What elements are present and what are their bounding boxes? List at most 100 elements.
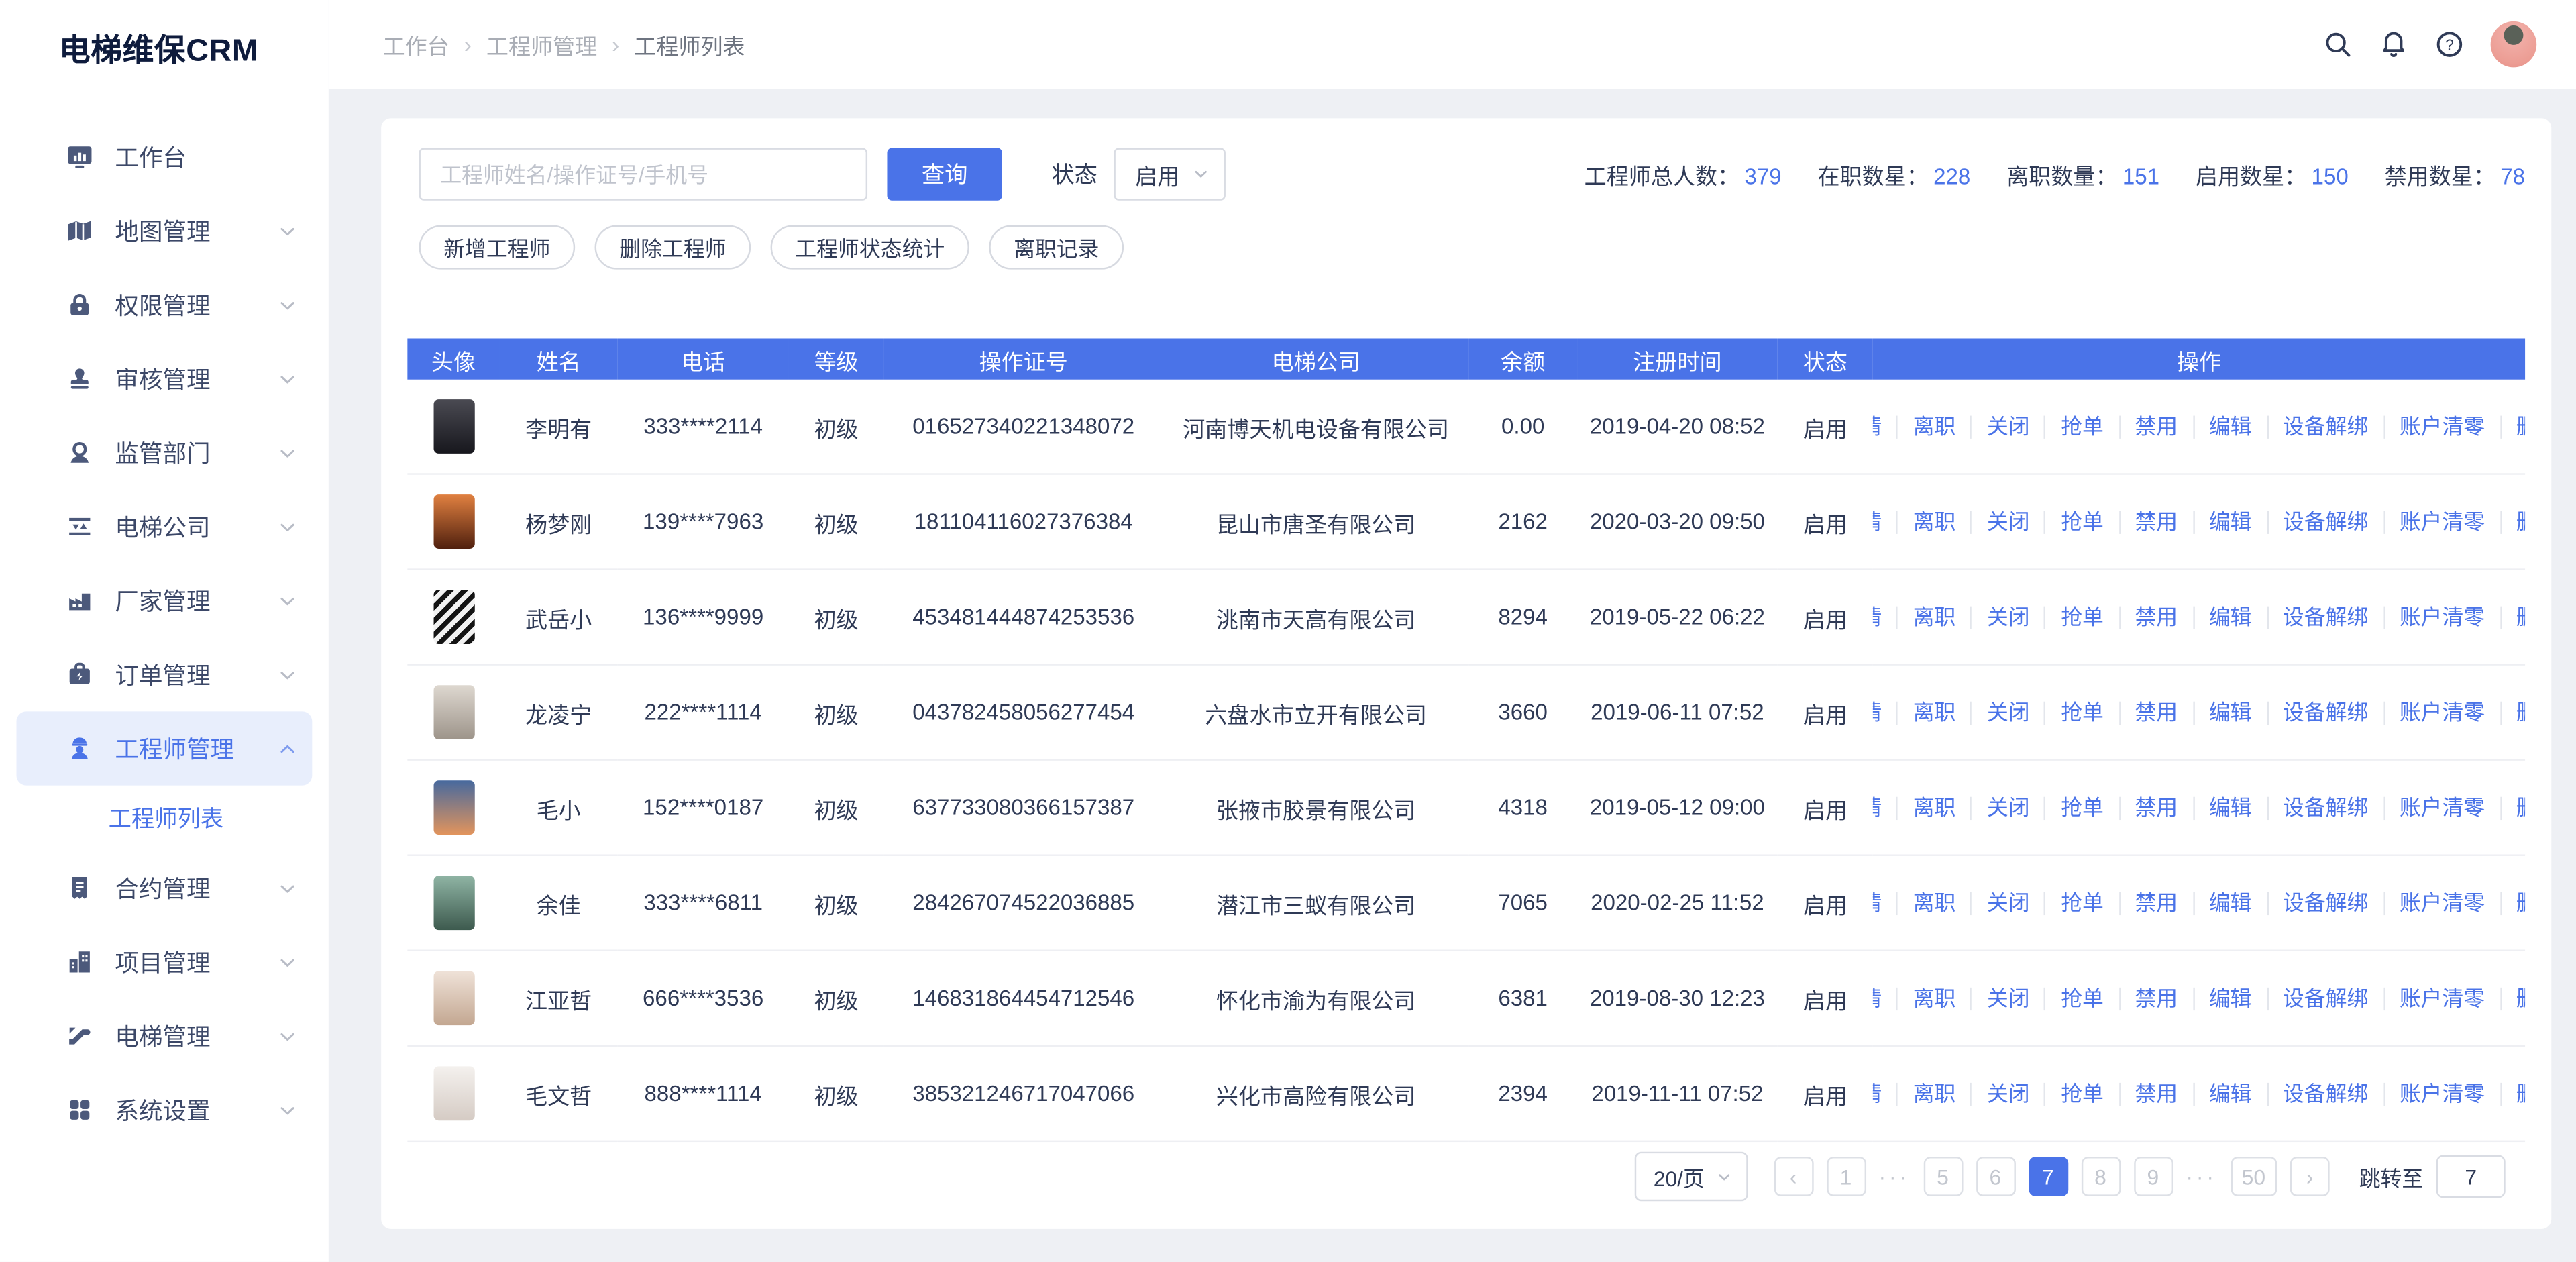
row-action-link[interactable]: 离职	[1898, 1082, 1972, 1105]
sidebar-item-project[interactable]: 项目管理	[0, 925, 329, 999]
row-action-link[interactable]: 抢单	[2046, 987, 2120, 1010]
row-action-link[interactable]: 禁用	[2120, 510, 2194, 533]
row-action-link[interactable]: 账户清零	[2385, 510, 2502, 533]
row-action-link[interactable]: 设备解绑	[2268, 987, 2385, 1010]
sidebar-item-contract[interactable]: 合约管理	[0, 851, 329, 925]
row-action-link[interactable]: 设备解绑	[2268, 605, 2385, 628]
row-action-link[interactable]: 抢单	[2046, 415, 2120, 437]
sidebar-item-regulator[interactable]: 监管部门	[0, 416, 329, 490]
sidebar-subitem-engineer-list[interactable]: 工程师列表	[0, 786, 329, 851]
row-action-link[interactable]: 关闭	[1972, 700, 2046, 723]
row-action-link[interactable]: 详情	[1873, 892, 1898, 914]
row-action-link[interactable]: 编辑	[2194, 1082, 2268, 1105]
user-avatar[interactable]	[2491, 21, 2537, 68]
row-action-link[interactable]: 抢单	[2046, 796, 2120, 819]
row-action-link[interactable]: 详情	[1873, 700, 1898, 723]
row-action-link[interactable]: 删除	[2502, 415, 2525, 437]
search-input[interactable]	[419, 148, 867, 200]
row-action-link[interactable]: 账户清零	[2385, 892, 2502, 914]
row-action-link[interactable]: 关闭	[1972, 987, 2046, 1010]
row-action-link[interactable]: 详情	[1873, 415, 1898, 437]
row-action-link[interactable]: 抢单	[2046, 1082, 2120, 1105]
row-action-link[interactable]: 关闭	[1972, 892, 2046, 914]
row-action-link[interactable]: 关闭	[1972, 1082, 2046, 1105]
row-action-link[interactable]: 抢单	[2046, 700, 2120, 723]
row-action-link[interactable]: 设备解绑	[2268, 796, 2385, 819]
jump-page-input[interactable]	[2436, 1155, 2506, 1198]
row-action-link[interactable]: 设备解绑	[2268, 700, 2385, 723]
row-action-link[interactable]: 编辑	[2194, 415, 2268, 437]
toolbar-button-1[interactable]: 删除工程师	[595, 225, 751, 270]
status-select[interactable]: 启用	[1114, 148, 1226, 200]
row-action-link[interactable]: 删除	[2502, 700, 2525, 723]
row-action-link[interactable]: 编辑	[2194, 796, 2268, 819]
page-button-5[interactable]: 5	[1923, 1157, 1963, 1196]
row-action-link[interactable]: 离职	[1898, 510, 1972, 533]
row-action-link[interactable]: 禁用	[2120, 987, 2194, 1010]
row-action-link[interactable]: 详情	[1873, 796, 1898, 819]
row-action-link[interactable]: 删除	[2502, 796, 2525, 819]
row-action-link[interactable]: 详情	[1873, 605, 1898, 628]
sidebar-item-audit[interactable]: 审核管理	[0, 341, 329, 415]
row-action-link[interactable]: 账户清零	[2385, 605, 2502, 628]
page-size-select[interactable]: 20/页	[1635, 1152, 1748, 1201]
row-action-link[interactable]: 账户清零	[2385, 415, 2502, 437]
toolbar-button-3[interactable]: 离职记录	[989, 225, 1124, 270]
row-action-link[interactable]: 编辑	[2194, 987, 2268, 1010]
query-button[interactable]: 查询	[887, 148, 1002, 200]
page-button-50[interactable]: 50	[2231, 1157, 2277, 1196]
row-action-link[interactable]: 禁用	[2120, 1082, 2194, 1105]
row-action-link[interactable]: 账户清零	[2385, 987, 2502, 1010]
sidebar-item-permission[interactable]: 权限管理	[0, 268, 329, 341]
row-action-link[interactable]: 编辑	[2194, 700, 2268, 723]
bell-icon[interactable]	[2379, 30, 2408, 59]
row-action-link[interactable]: 删除	[2502, 892, 2525, 914]
row-action-link[interactable]: 删除	[2502, 510, 2525, 533]
row-action-link[interactable]: 设备解绑	[2268, 415, 2385, 437]
sidebar-item-engineer[interactable]: 工程师管理	[16, 711, 312, 785]
row-action-link[interactable]: 禁用	[2120, 796, 2194, 819]
sidebar-item-map[interactable]: 地图管理	[0, 194, 329, 268]
row-action-link[interactable]: 详情	[1873, 510, 1898, 533]
row-action-link[interactable]: 离职	[1898, 892, 1972, 914]
row-action-link[interactable]: 禁用	[2120, 605, 2194, 628]
row-action-link[interactable]: 设备解绑	[2268, 510, 2385, 533]
prev-page-button[interactable]: ‹	[1774, 1157, 1813, 1196]
sidebar-item-order[interactable]: 订单管理	[0, 637, 329, 711]
toolbar-button-0[interactable]: 新增工程师	[419, 225, 575, 270]
sidebar-item-system[interactable]: 系统设置	[0, 1073, 329, 1147]
help-icon[interactable]: ?	[2434, 30, 2464, 59]
row-action-link[interactable]: 删除	[2502, 987, 2525, 1010]
breadcrumb-item[interactable]: 工程师列表	[634, 28, 745, 61]
row-action-link[interactable]: 禁用	[2120, 415, 2194, 437]
row-action-link[interactable]: 离职	[1898, 796, 1972, 819]
search-icon[interactable]	[2323, 30, 2353, 59]
sidebar-item-elevator[interactable]: 电梯管理	[0, 999, 329, 1073]
row-action-link[interactable]: 关闭	[1972, 510, 2046, 533]
row-action-link[interactable]: 抢单	[2046, 510, 2120, 533]
page-button-6[interactable]: 6	[1976, 1157, 2015, 1196]
row-action-link[interactable]: 关闭	[1972, 415, 2046, 437]
row-action-link[interactable]: 关闭	[1972, 605, 2046, 628]
row-action-link[interactable]: 编辑	[2194, 892, 2268, 914]
sidebar-item-manufacturer[interactable]: 厂家管理	[0, 564, 329, 637]
page-button-8[interactable]: 8	[2081, 1157, 2121, 1196]
row-action-link[interactable]: 离职	[1898, 987, 1972, 1010]
row-action-link[interactable]: 设备解绑	[2268, 892, 2385, 914]
row-action-link[interactable]: 禁用	[2120, 700, 2194, 723]
next-page-button[interactable]: ›	[2290, 1157, 2330, 1196]
row-action-link[interactable]: 抢单	[2046, 605, 2120, 628]
page-button-9[interactable]: 9	[2133, 1157, 2173, 1196]
row-action-link[interactable]: 账户清零	[2385, 796, 2502, 819]
page-button-7[interactable]: 7	[2028, 1157, 2068, 1196]
row-action-link[interactable]: 禁用	[2120, 892, 2194, 914]
row-action-link[interactable]: 编辑	[2194, 510, 2268, 533]
sidebar-item-elevator-company[interactable]: 电梯公司	[0, 490, 329, 564]
row-action-link[interactable]: 详情	[1873, 987, 1898, 1010]
row-action-link[interactable]: 关闭	[1972, 796, 2046, 819]
breadcrumb-item[interactable]: 工程师管理	[486, 28, 597, 61]
breadcrumb-item[interactable]: 工作台	[383, 28, 449, 61]
row-action-link[interactable]: 离职	[1898, 700, 1972, 723]
row-action-link[interactable]: 删除	[2502, 1082, 2525, 1105]
row-action-link[interactable]: 编辑	[2194, 605, 2268, 628]
